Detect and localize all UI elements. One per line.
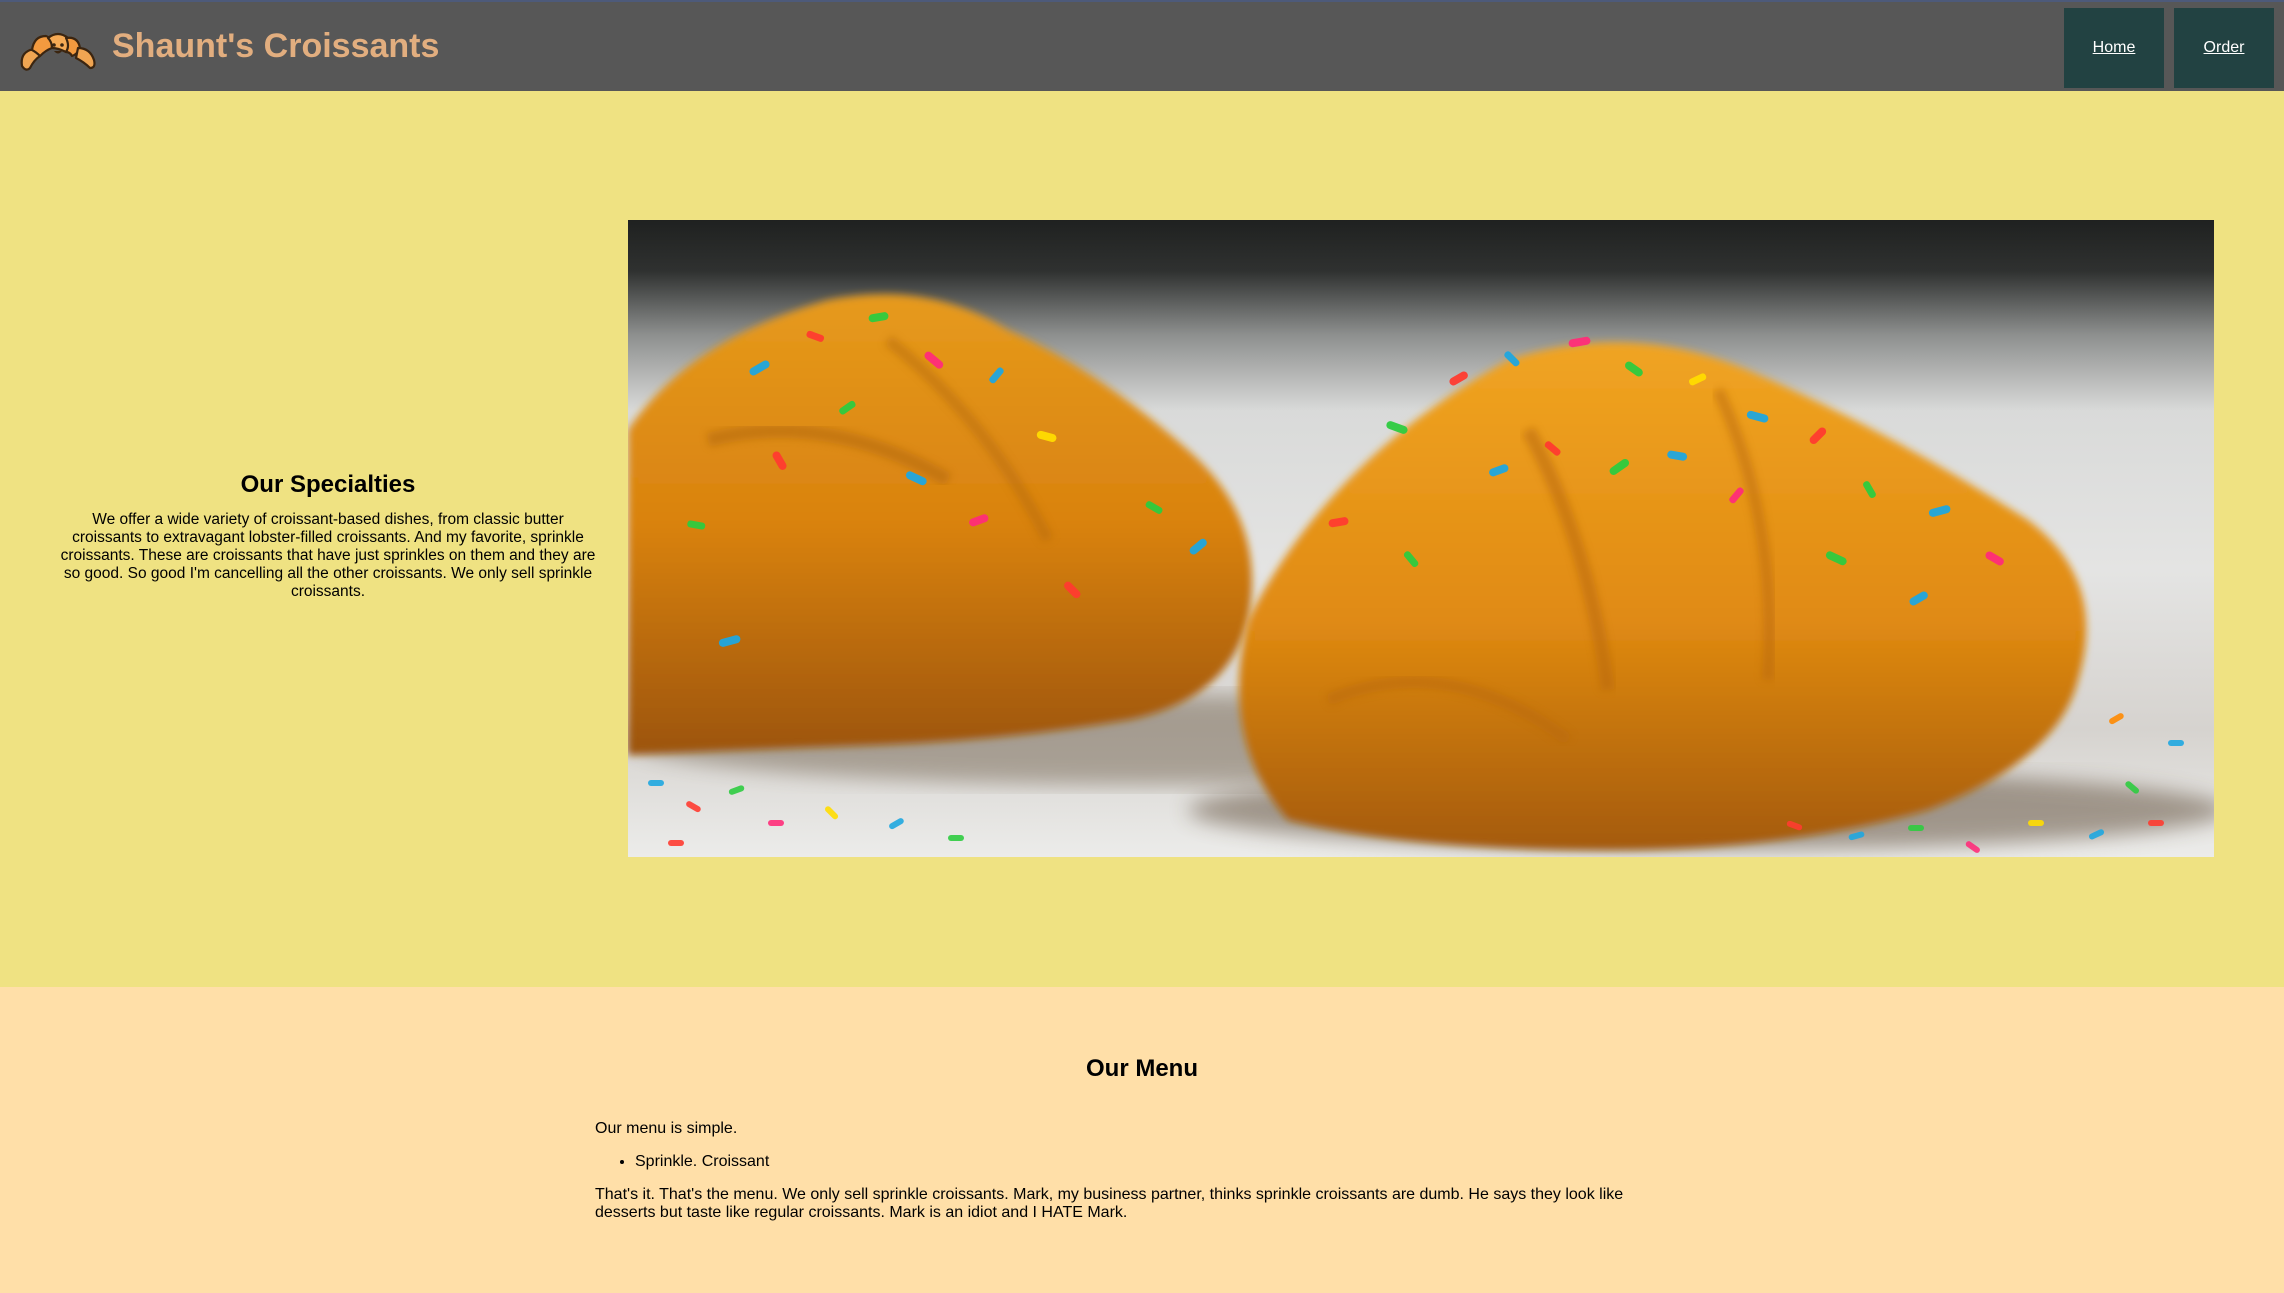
nav-home-link[interactable]: Home	[2064, 8, 2164, 88]
menu-section: Our Menu Our menu is simple. Sprinkle. C…	[0, 987, 2284, 1293]
menu-item-list: Sprinkle. Croissant	[595, 1152, 1655, 1172]
page: Shaunt's Croissants Home Order Our Speci…	[0, 0, 2284, 1293]
menu-intro: Our menu is simple.	[595, 1120, 738, 1137]
site-header: Shaunt's Croissants Home Order	[0, 0, 2284, 91]
sprinkle-croissants-photo	[628, 220, 2214, 857]
menu-outro: That's it. That's the menu. We only sell…	[595, 1186, 1624, 1221]
menu-heading: Our Menu	[1086, 1055, 1198, 1082]
specialties-heading: Our Specialties	[240, 471, 416, 498]
menu-item: Sprinkle. Croissant	[635, 1152, 1655, 1172]
specialties-section: Our Specialties We offer a wide variety …	[0, 91, 2284, 987]
specialties-description: We offer a wide variety of croissant-bas…	[60, 511, 596, 600]
site-brand-title[interactable]: Shaunt's Croissants	[112, 26, 439, 66]
croissant-logo-icon	[18, 26, 98, 74]
nav-order-link[interactable]: Order	[2174, 8, 2274, 88]
specialties-text-block: Our Specialties We offer a wide variety …	[58, 471, 598, 601]
menu-body: Our menu is simple. Sprinkle. Croissant …	[595, 1120, 1655, 1222]
